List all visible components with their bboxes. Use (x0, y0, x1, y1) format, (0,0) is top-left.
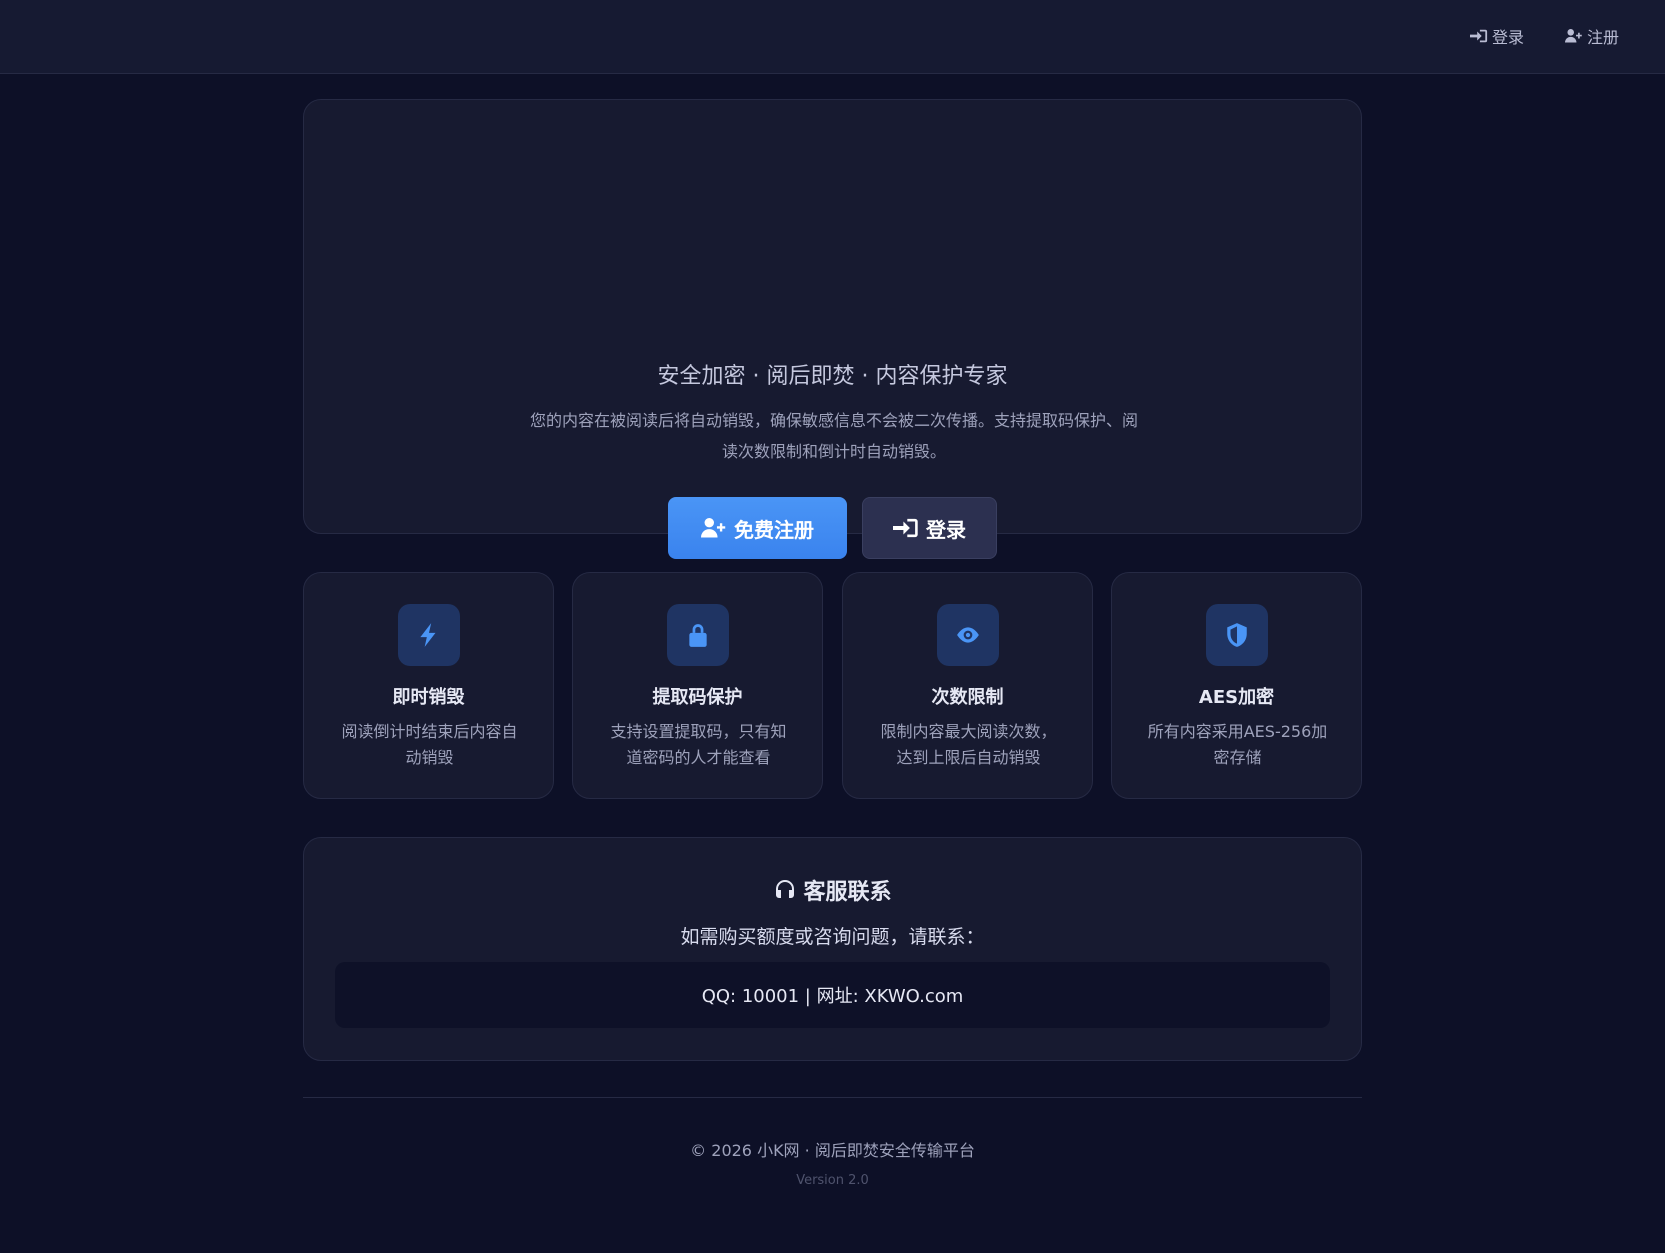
contact-info: QQ: 10001 | 网址: XKWO.com (335, 962, 1330, 1028)
feature-card-read-limit: 次数限制 限制内容最大阅读次数，达到上限后自动销毁 (842, 572, 1093, 799)
sign-in-icon (893, 518, 918, 538)
nav-register-link[interactable]: 注册 (1565, 24, 1619, 48)
hero-login-label: 登录 (926, 517, 966, 542)
support-title: 客服联系 (304, 874, 1361, 906)
feature-title: 次数限制 (931, 687, 1004, 708)
support-card: 客服联系 如需购买额度或咨询问题，请联系： QQ: 10001 | 网址: XK… (303, 837, 1362, 1061)
feature-card-instant-destroy: 即时销毁 阅读倒计时结束后内容自动销毁 (303, 572, 554, 799)
feature-description: 所有内容采用AES-256加密存储 (1147, 722, 1328, 767)
sign-in-icon (1470, 29, 1488, 43)
feature-icon-box (1206, 604, 1268, 666)
feature-card-aes-encryption: AES加密 所有内容采用AES-256加密存储 (1111, 572, 1362, 799)
shield-icon (1227, 623, 1247, 647)
footer-divider (303, 1097, 1362, 1098)
user-plus-icon (1565, 29, 1582, 43)
feature-icon-box (398, 604, 460, 666)
headset-icon (776, 880, 795, 898)
free-register-label: 免费注册 (734, 517, 814, 542)
feature-description: 支持设置提取码，只有知道密码的人才能查看 (610, 722, 787, 767)
feature-icon-box (667, 604, 729, 666)
feature-card-code-protection: 提取码保护 支持设置提取码，只有知道密码的人才能查看 (572, 572, 823, 799)
feature-icon-box (937, 604, 999, 666)
feature-description: 阅读倒计时结束后内容自动销毁 (341, 722, 518, 767)
feature-title: AES加密 (1198, 687, 1275, 708)
user-plus-icon (701, 517, 726, 538)
hero-description: 您的内容在被阅读后将自动销毁，确保敏感信息不会被二次传播。支持提取码保护、阅读次… (529, 411, 1138, 461)
lightning-icon (420, 623, 436, 647)
footer-version: Version 2.0 (796, 1173, 869, 1188)
feature-description: 限制内容最大阅读次数，达到上限后自动销毁 (880, 722, 1057, 767)
feature-title: 提取码保护 (652, 687, 743, 708)
nav-login-label: 登录 (1492, 28, 1525, 47)
footer-copyright: © 2026 小K网 · 阅后即焚安全传输平台 (690, 1141, 975, 1160)
free-register-button[interactable]: 免费注册 (668, 497, 847, 559)
hero-title: 安全加密 · 阅后即焚 · 内容保护专家 (657, 364, 1008, 389)
top-navbar: 登录 注册 (0, 0, 1665, 74)
nav-login-link[interactable]: 登录 (1470, 24, 1524, 48)
nav-register-label: 注册 (1587, 28, 1620, 47)
support-title-label: 客服联系 (803, 880, 892, 905)
support-subtitle: 如需购买额度或咨询问题，请联系： (680, 926, 985, 948)
hero-login-button[interactable]: 登录 (862, 497, 997, 559)
hero-card: 安全加密 · 阅后即焚 · 内容保护专家 您的内容在被阅读后将自动销毁，确保敏感… (303, 99, 1362, 559)
feature-title: 即时销毁 (392, 687, 465, 708)
lock-icon (689, 624, 707, 647)
eye-icon (957, 627, 979, 643)
